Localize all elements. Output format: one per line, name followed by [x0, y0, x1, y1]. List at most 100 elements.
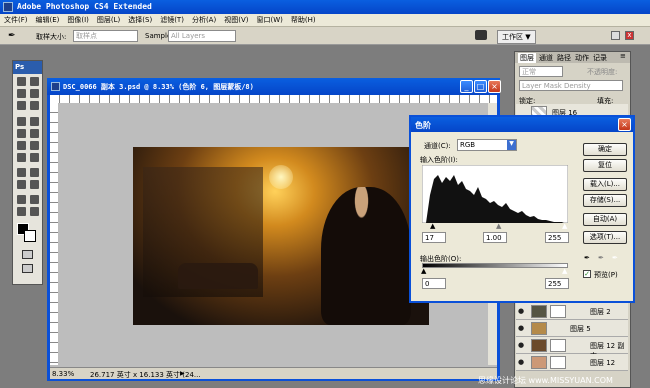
lasso-tool-icon[interactable]: [17, 89, 26, 98]
panel-menu-icon[interactable]: ≡: [620, 52, 626, 60]
output-black-slider[interactable]: ▲: [421, 267, 426, 275]
healing-tool-icon[interactable]: [17, 117, 26, 126]
workspace-icon[interactable]: [475, 30, 487, 40]
brush-tool-icon[interactable]: [30, 117, 39, 126]
input-gamma-slider[interactable]: ▲: [496, 222, 501, 230]
layer-row[interactable]: ● 图层 5: [516, 320, 628, 337]
ok-button[interactable]: 确定: [583, 143, 627, 156]
gradient-tool-icon[interactable]: [30, 141, 39, 150]
sample-select[interactable]: All Layers: [168, 30, 236, 42]
layer-row[interactable]: ●图层 12 副本: [516, 337, 628, 360]
menu-window[interactable]: 窗口(W): [252, 14, 286, 27]
menu-select[interactable]: 选择(S): [124, 14, 156, 27]
hand-tool-icon[interactable]: [17, 207, 26, 216]
gray-eyedropper-icon[interactable]: ✒: [598, 254, 611, 267]
levels-title-bar: 色阶: [411, 117, 633, 132]
stamp-tool-icon[interactable]: [17, 129, 26, 138]
output-white-field[interactable]: 255: [545, 278, 569, 289]
eyedropper-icon[interactable]: ✒: [8, 31, 16, 41]
watermark: 思缘设计论坛 www.MISSYUAN.COM: [478, 376, 613, 385]
menu-help[interactable]: 帮助(H): [287, 14, 320, 27]
eye-icon[interactable]: ●: [518, 341, 526, 349]
input-black-slider[interactable]: ▲: [430, 222, 435, 230]
eye-icon[interactable]: ●: [518, 358, 526, 366]
layer-thumbnail: [531, 305, 547, 318]
quick-select-tool-icon[interactable]: [30, 89, 39, 98]
menu-image[interactable]: 图像(I): [63, 14, 93, 27]
load-button[interactable]: 载入(L)...: [583, 178, 627, 191]
close-icon[interactable]: x: [625, 31, 634, 40]
input-white-slider[interactable]: ▲: [562, 222, 567, 230]
output-gradient-bar: [422, 263, 568, 268]
zoom-tool-icon[interactable]: [30, 207, 39, 216]
app-title-bar: Adobe Photoshop CS4 Extended: [0, 0, 650, 14]
menu-layer[interactable]: 图层(L): [93, 14, 124, 27]
blur-tool-icon[interactable]: [17, 153, 26, 162]
menu-file[interactable]: 文件(F): [0, 14, 32, 27]
menu-filter[interactable]: 滤镜(T): [156, 14, 188, 27]
opacity-label: 不透明度:: [587, 68, 618, 76]
reset-button[interactable]: 复位: [583, 159, 627, 172]
layer-row[interactable]: ● 图层 12: [516, 354, 628, 371]
eye-icon[interactable]: ●: [518, 324, 526, 332]
preview-checkbox[interactable]: ✓: [583, 270, 591, 278]
menu-edit[interactable]: 编辑(E): [32, 14, 64, 27]
minimize-button[interactable]: [611, 31, 620, 40]
app-title: Adobe Photoshop CS4 Extended: [17, 2, 152, 11]
doc-maximize-button[interactable]: □: [474, 80, 487, 93]
3d-orbit-tool-icon[interactable]: [30, 195, 39, 204]
layer-name: 图层 12: [590, 359, 616, 367]
zoom-level[interactable]: 8.33%: [52, 370, 74, 378]
background-color-swatch[interactable]: [24, 230, 36, 242]
output-white-slider[interactable]: ▲: [562, 267, 567, 275]
channel-label: 通道(C):: [424, 142, 451, 150]
options-button[interactable]: 选项(T)...: [583, 231, 627, 244]
quick-mask-icon[interactable]: [22, 250, 33, 259]
eyedropper-tool-icon[interactable]: [30, 101, 39, 110]
shape-tool-icon[interactable]: [30, 180, 39, 189]
output-black-field[interactable]: 0: [422, 278, 446, 289]
eye-icon[interactable]: ●: [518, 307, 526, 315]
photo-canvas[interactable]: [133, 147, 429, 325]
input-white-field[interactable]: 255: [545, 232, 569, 243]
channel-dropdown-icon[interactable]: ▼: [507, 140, 516, 150]
blend-mode-select[interactable]: 正常: [519, 66, 563, 77]
status-bar: 8.33% 26.717 英寸 x 16.133 英寸 (24... ▶: [50, 367, 497, 379]
ps-logo-icon: [3, 2, 13, 12]
input-gamma-field[interactable]: 1.00: [483, 232, 507, 243]
crop-tool-icon[interactable]: [17, 101, 26, 110]
white-eyedropper-icon[interactable]: ✒: [612, 254, 625, 267]
screen-mode-icon[interactable]: [22, 264, 33, 273]
menu-analysis[interactable]: 分析(A): [188, 14, 220, 27]
sample-size-label: 取样大小:: [36, 33, 67, 41]
preview-label: 预览(P): [594, 271, 618, 279]
menu-view[interactable]: 视图(V): [220, 14, 252, 27]
black-eyedropper-icon[interactable]: ✒: [584, 254, 597, 267]
save-button[interactable]: 存储(S)...: [583, 194, 627, 207]
tab-paths[interactable]: 路径: [557, 53, 571, 63]
sample-size-select[interactable]: 取样点: [73, 30, 138, 42]
doc-minimize-button[interactable]: _: [460, 80, 473, 93]
status-menu-icon[interactable]: ▶: [180, 370, 185, 377]
layer-name: 图层 2: [590, 308, 611, 316]
path-select-tool-icon[interactable]: [17, 180, 26, 189]
workspace-button[interactable]: 工作区 ▼: [497, 30, 536, 44]
eraser-tool-icon[interactable]: [17, 141, 26, 150]
pen-tool-icon[interactable]: [17, 168, 26, 177]
levels-close-button[interactable]: ×: [618, 118, 631, 131]
history-brush-tool-icon[interactable]: [30, 129, 39, 138]
move-tool-icon[interactable]: [17, 77, 26, 86]
input-black-field[interactable]: 17: [422, 232, 446, 243]
tab-actions[interactable]: 动作: [575, 53, 589, 63]
tab-history[interactable]: 记录: [593, 53, 607, 63]
dodge-tool-icon[interactable]: [30, 153, 39, 162]
layer-row[interactable]: ● 图层 2: [516, 303, 628, 320]
tab-channels[interactable]: 通道: [539, 53, 553, 63]
doc-close-button[interactable]: ×: [488, 80, 501, 93]
panel-tab-strip: 图层 通道 路径 动作 记录 ≡: [515, 52, 630, 63]
auto-button[interactable]: 自动(A): [583, 213, 627, 226]
3d-rotate-tool-icon[interactable]: [17, 195, 26, 204]
tab-layers[interactable]: 图层: [518, 53, 536, 63]
marquee-tool-icon[interactable]: [30, 77, 39, 86]
type-tool-icon[interactable]: [30, 168, 39, 177]
